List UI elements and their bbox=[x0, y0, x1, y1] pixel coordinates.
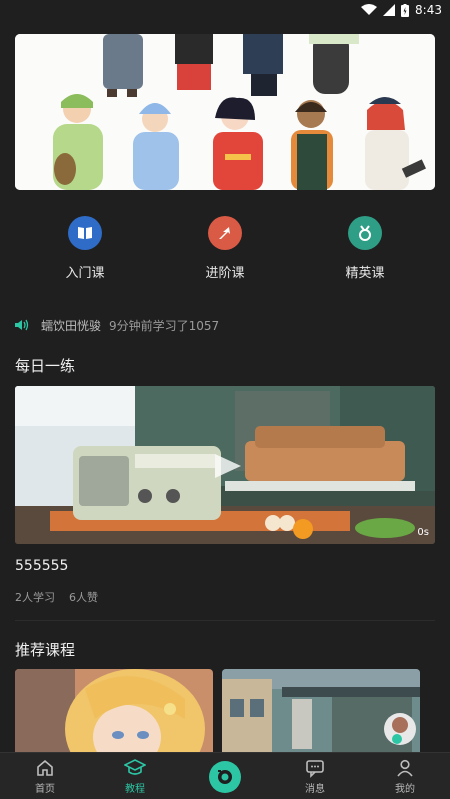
category-label: 精英课 bbox=[345, 266, 385, 281]
category-label: 进阶课 bbox=[205, 266, 245, 281]
video-thumbnail[interactable]: 0s bbox=[15, 386, 435, 544]
tab-profile[interactable]: 我的 bbox=[360, 753, 450, 799]
graduation-cap-icon bbox=[124, 759, 146, 775]
recommended-course-card[interactable] bbox=[222, 669, 420, 752]
lesson-meta: 2人学习 6人赞 bbox=[15, 589, 98, 605]
speaker-icon bbox=[15, 319, 29, 331]
home-icon bbox=[37, 759, 53, 776]
wifi-icon bbox=[361, 4, 378, 15]
recommended-title: 推荐课程 bbox=[15, 641, 76, 659]
tab-label: 我的 bbox=[395, 784, 415, 795]
video-duration: 0s bbox=[417, 527, 429, 538]
notice-message: 9分钟前学习了1057 bbox=[109, 318, 220, 333]
bottom-tab-bar: 首页 教程 消息 我的 bbox=[0, 752, 450, 799]
tab-messages[interactable]: 消息 bbox=[270, 753, 360, 799]
notice-user: 蠕饮田恍骏 bbox=[41, 318, 102, 333]
signal-icon bbox=[383, 4, 396, 16]
camera-button[interactable] bbox=[209, 761, 241, 793]
book-icon bbox=[68, 216, 102, 250]
recommended-course-card[interactable] bbox=[15, 669, 213, 752]
tab-label: 首页 bbox=[35, 784, 55, 795]
category-elite[interactable]: 精英课 bbox=[320, 216, 410, 281]
daily-practice-title: 每日一练 bbox=[15, 357, 76, 375]
message-icon bbox=[306, 760, 324, 778]
arrow-up-icon bbox=[208, 216, 242, 250]
status-bar: 8:43 bbox=[0, 0, 450, 24]
battery-icon bbox=[401, 3, 410, 17]
status-time: 8:43 bbox=[415, 3, 442, 17]
banner-image[interactable] bbox=[15, 34, 435, 190]
tab-tutorial[interactable]: 教程 bbox=[90, 753, 180, 799]
learning-notice: 蠕饮田恍骏 9分钟前学习了1057 bbox=[15, 316, 219, 334]
category-label: 入门课 bbox=[65, 266, 105, 281]
tab-label: 消息 bbox=[305, 784, 325, 795]
category-beginner[interactable]: 入门课 bbox=[40, 216, 130, 281]
medal-icon bbox=[348, 216, 382, 250]
camera-icon bbox=[218, 770, 232, 784]
profile-icon bbox=[397, 759, 413, 777]
course-categories: 入门课 进阶课 精英课 bbox=[0, 216, 450, 286]
lesson-title[interactable]: 555555 bbox=[15, 558, 68, 574]
learner-count: 2人学习 bbox=[15, 591, 55, 604]
category-advanced[interactable]: 进阶课 bbox=[180, 216, 270, 281]
divider bbox=[15, 620, 435, 621]
tab-home[interactable]: 首页 bbox=[0, 753, 90, 799]
tab-label: 教程 bbox=[125, 784, 145, 795]
like-count: 6人赞 bbox=[69, 591, 98, 604]
